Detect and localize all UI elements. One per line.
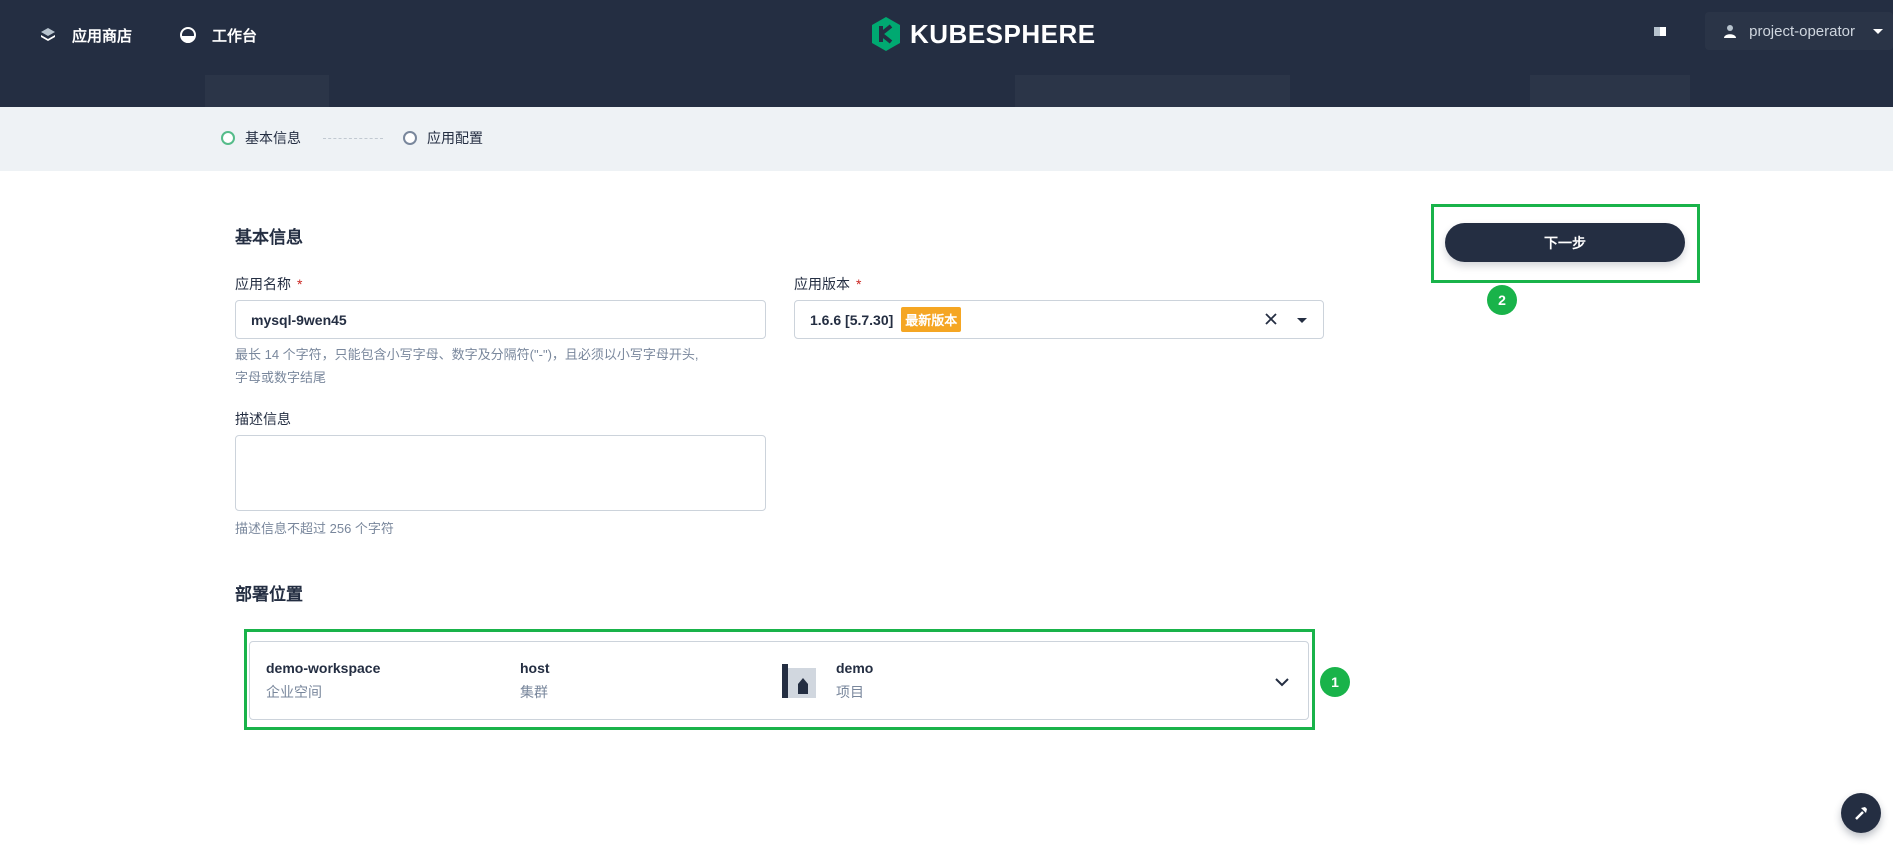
description-textarea[interactable]: [235, 435, 766, 511]
notification-icon[interactable]: [1651, 22, 1669, 40]
nav-workbench[interactable]: 工作台: [178, 22, 257, 48]
app-name-hint-line1: 最长 14 个字符，只能包含小写字母、数字及分隔符("-")，且必须以小写字母开…: [235, 347, 699, 362]
description-hint: 描述信息不超过 256 个字符: [235, 521, 394, 536]
step-basic-info-label: 基本信息: [245, 130, 301, 146]
hammer-icon: [1855, 807, 1867, 820]
cluster-label: 集群: [520, 684, 548, 700]
annotation-badge-2: 2: [1487, 285, 1517, 315]
required-mark: *: [297, 276, 303, 292]
cluster-value: host: [520, 660, 550, 676]
required-mark: *: [856, 276, 862, 292]
app-version-value: 1.6.6 [5.7.30]: [810, 311, 894, 328]
app-name-input[interactable]: mysql-9wen45: [235, 300, 766, 339]
project-value: demo: [836, 660, 874, 676]
step-connector: [323, 138, 383, 139]
workspace-value: demo-workspace: [266, 660, 381, 676]
step-app-config-label: 应用配置: [427, 130, 483, 146]
deploy-location-title: 部署位置: [235, 585, 303, 604]
project-icon: [782, 664, 816, 698]
user-icon: [1724, 25, 1737, 38]
latest-version-badge: 最新版本: [901, 307, 962, 332]
nav-app-store[interactable]: 应用商店: [38, 22, 132, 48]
deploy-location-card[interactable]: demo-workspace 企业空间 host 集群 demo 项目: [249, 641, 1309, 720]
kubesphere-logo-icon: [872, 17, 900, 51]
workspace-label: 企业空间: [266, 684, 322, 700]
basic-info-title: 基本信息: [235, 228, 303, 247]
annotation-badge-1: 1: [1320, 667, 1350, 697]
kubesphere-logo[interactable]: KUBESPHERE: [870, 16, 1096, 52]
caret-down-icon[interactable]: [1295, 313, 1309, 327]
app-name-label-text: 应用名称: [235, 276, 291, 292]
clear-icon[interactable]: [1263, 311, 1279, 327]
user-name: project-operator: [1749, 22, 1855, 40]
logo-text: KUBESPHERE: [910, 18, 1096, 49]
project-label: 项目: [836, 684, 864, 700]
description-label: 描述信息: [235, 411, 291, 427]
step-basic-info[interactable]: 基本信息: [221, 128, 301, 148]
project-column: demo 项目: [836, 660, 873, 702]
user-menu[interactable]: project-operator: [1705, 12, 1893, 50]
app-name-label: 应用名称 *: [235, 274, 302, 294]
app-version-select[interactable]: 1.6.6 [5.7.30] 最新版本: [794, 300, 1324, 339]
nav-left: 应用商店 工作台: [38, 22, 257, 48]
next-step-button[interactable]: 下一步: [1445, 223, 1685, 262]
top-navbar: 应用商店 工作台 KUBESPHERE project-operator: [0, 0, 1893, 107]
app-name-value: mysql-9wen45: [251, 311, 347, 328]
app-name-hint-line2: 字母或数字结尾: [235, 370, 327, 385]
app-version-label-text: 应用版本: [794, 276, 850, 292]
nav-right: project-operator: [1651, 12, 1893, 50]
app-store-icon: [41, 28, 55, 41]
caret-down-icon: [1873, 29, 1883, 34]
nav-workbench-label: 工作台: [212, 27, 258, 45]
steps-bar: 基本信息 应用配置: [0, 107, 1893, 171]
cluster-column: host 集群: [520, 660, 550, 702]
step-inactive-icon: [403, 131, 417, 145]
app-version-label: 应用版本 *: [794, 274, 861, 294]
toolbox-button[interactable]: [1841, 793, 1881, 833]
step-app-config[interactable]: 应用配置: [403, 128, 483, 148]
app-name-hint: 最长 14 个字符，只能包含小写字母、数字及分隔符("-")，且必须以小写字母开…: [235, 343, 775, 389]
workbench-icon: [180, 27, 197, 43]
chevron-down-icon[interactable]: [1274, 674, 1290, 690]
nav-app-store-label: 应用商店: [72, 27, 133, 45]
step-active-icon: [221, 131, 235, 145]
workspace-column: demo-workspace 企业空间: [266, 660, 380, 702]
